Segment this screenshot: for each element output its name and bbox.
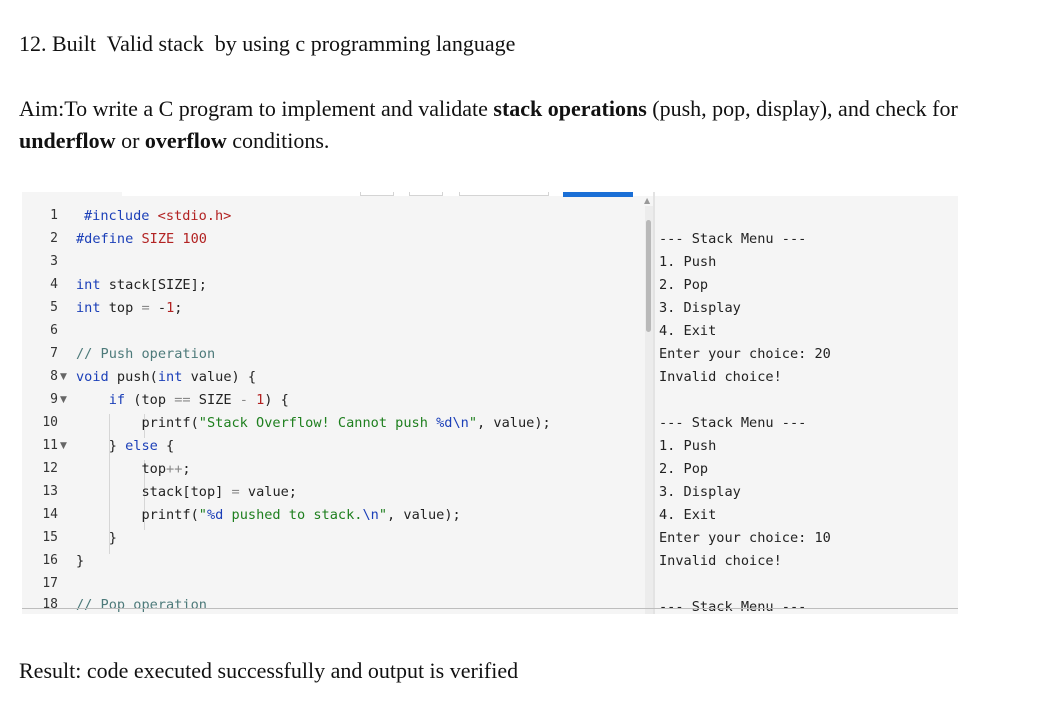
line-number: 2 — [50, 231, 58, 246]
code-line: } — [76, 530, 117, 546]
line-number: 17 — [42, 576, 58, 591]
line-number: 14 — [42, 507, 58, 522]
output-line: 3. Display — [659, 300, 741, 316]
line-number: 6 — [50, 323, 58, 338]
code-line: void push(int value) { — [76, 369, 257, 385]
line-number: 8 — [50, 369, 58, 384]
aim-mid1: (push, pop, display), and check for — [646, 96, 958, 121]
caret-down-icon[interactable]: ▼ — [60, 372, 67, 382]
line-number: 4 — [50, 277, 58, 292]
output-line: 1. Push — [659, 254, 717, 270]
output-line: --- Stack Menu --- — [659, 231, 807, 247]
line-number: 13 — [42, 484, 58, 499]
output-line: Invalid choice! — [659, 369, 782, 385]
code-line: printf("%d pushed to stack.\n", value); — [76, 507, 461, 523]
line-number: 16 — [42, 553, 58, 568]
heading: 12. Built Valid stack by using c program… — [19, 31, 516, 56]
code-line: #define SIZE 100 — [76, 231, 207, 247]
aim-bold-underflow: underflow — [19, 128, 116, 153]
aim-mid2: or — [115, 128, 145, 153]
line-number: 5 — [50, 300, 58, 315]
aim-suffix: conditions. — [226, 128, 330, 153]
aim-paragraph: Aim:To write a C program to implement an… — [19, 93, 1019, 157]
code-line: int top = -1; — [76, 300, 183, 316]
output-console: --- Stack Menu --- 1. Push 2. Pop 3. Displa… — [659, 192, 958, 614]
line-number: 9 — [50, 392, 58, 407]
code-line: } — [76, 553, 85, 569]
code-editor-screenshot: 1 2 3 4 5 6 7 8 ▼ 9 ▼ 10 11 ▼ 12 13 14 1… — [22, 192, 958, 614]
line-number: 11 — [42, 438, 58, 453]
code-line: } else { — [76, 438, 175, 454]
code-line: #include <stdio.h> — [84, 208, 232, 224]
code-area[interactable]: #include <stdio.h> #define SIZE 100 int … — [76, 192, 646, 614]
caret-down-icon[interactable]: ▼ — [60, 395, 67, 405]
output-line: 2. Pop — [659, 277, 709, 293]
output-line: Enter your choice: 20 — [659, 346, 831, 362]
code-line: // Pop operation — [76, 597, 207, 613]
output-line: 2. Pop — [659, 461, 709, 477]
line-number: 1 — [50, 208, 58, 223]
scroll-up-arrow-icon[interactable]: ▲ — [644, 196, 650, 205]
output-line: Invalid choice! — [659, 553, 782, 569]
caret-down-icon[interactable]: ▼ — [60, 441, 67, 451]
output-line: 1. Push — [659, 438, 717, 454]
line-number: 10 — [42, 415, 58, 430]
scrollbar-thumb[interactable] — [646, 220, 651, 332]
aim-bold-stack-operations: stack operations — [493, 96, 647, 121]
line-number: 7 — [50, 346, 58, 361]
aim-prefix: Aim:To write a C program to implement an… — [19, 96, 494, 121]
output-line: --- Stack Menu --- — [659, 415, 807, 431]
code-line: top++; — [76, 461, 191, 477]
result-text: Result: code executed successfully and o… — [19, 658, 519, 683]
line-number: 12 — [42, 461, 58, 476]
code-line: stack[top] = value; — [76, 484, 297, 500]
pane-divider[interactable] — [653, 192, 655, 614]
line-number-gutter: 1 2 3 4 5 6 7 8 ▼ 9 ▼ 10 11 ▼ 12 13 14 1… — [22, 192, 74, 614]
output-line: --- Stack Menu --- — [659, 599, 807, 614]
editor-scrollbar[interactable]: ▲ — [644, 196, 653, 614]
line-number: 18 — [42, 597, 58, 612]
code-line: printf("Stack Overflow! Cannot push %d\n… — [76, 415, 551, 431]
bottom-border — [22, 608, 958, 609]
code-line: // Push operation — [76, 346, 216, 362]
code-line: int stack[SIZE]; — [76, 277, 207, 293]
output-line: 3. Display — [659, 484, 741, 500]
line-number: 15 — [42, 530, 58, 545]
code-line: if (top == SIZE - 1) { — [108, 392, 289, 408]
line-number: 3 — [50, 254, 58, 269]
output-line: 4. Exit — [659, 323, 717, 339]
output-line: 4. Exit — [659, 507, 717, 523]
output-line: Enter your choice: 10 — [659, 530, 831, 546]
aim-bold-overflow: overflow — [144, 128, 227, 153]
